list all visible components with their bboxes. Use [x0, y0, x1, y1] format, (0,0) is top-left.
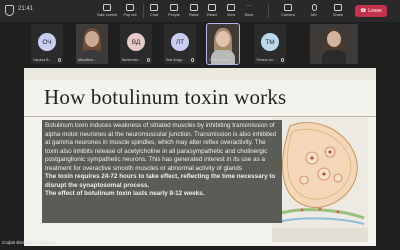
mic-icon	[311, 4, 317, 11]
slide-header-band	[24, 68, 376, 80]
pop-out-button[interactable]: Pop out	[118, 3, 142, 21]
slide-text-box: Botulinum toxin induces weakness of stri…	[42, 120, 282, 223]
participant-name: Софія Вітор...	[209, 58, 233, 62]
meeting-timer: 21:41	[18, 6, 34, 12]
raise-hand-icon	[190, 4, 198, 11]
shared-screen: How botulinum toxin works Botulinum toxi…	[24, 68, 376, 246]
leave-button[interactable]: ☎ Leave	[355, 5, 387, 17]
participant-face	[327, 31, 341, 47]
participant-name: Михайло...	[78, 58, 96, 62]
phone-hangup-icon: ☎	[360, 8, 367, 14]
title-divider	[24, 116, 376, 117]
shield-icon	[5, 5, 14, 16]
synapse-diagram	[272, 118, 368, 228]
take-control-button[interactable]: Take control	[95, 3, 119, 21]
diagram-caption-strip	[272, 228, 368, 242]
slide-paragraph-bold: The toxin requires 24-72 hours to take e…	[45, 173, 276, 189]
share-button[interactable]: Share	[326, 3, 350, 21]
camera-icon	[284, 4, 292, 11]
more-icon: ···	[246, 3, 252, 9]
participant-body	[322, 50, 346, 64]
slide-title: How botulinum toxin works	[44, 85, 287, 109]
participant-tile-active-speaker[interactable]: Софія Вітор...	[206, 23, 240, 65]
participant-tile[interactable]	[310, 24, 358, 64]
mic-off-icon	[281, 58, 284, 62]
more-button[interactable]: ··· More	[237, 3, 261, 21]
people-icon	[170, 4, 178, 11]
participant-tile[interactable]: ОЧ Оксана В...	[31, 24, 63, 64]
mic-off-icon	[147, 58, 150, 62]
share-icon	[334, 4, 342, 11]
participant-tile[interactable]: Михайло...	[76, 24, 108, 64]
participant-face	[216, 31, 230, 47]
chat-icon	[150, 4, 158, 11]
camera-button[interactable]: Camera	[276, 3, 300, 21]
mic-off-icon	[191, 58, 194, 62]
participant-tile[interactable]: ЛТ Лев Андр...	[164, 24, 196, 64]
avatar: ОЧ	[38, 33, 56, 51]
avatar: ЛТ	[171, 33, 189, 51]
view-icon	[227, 4, 235, 11]
avatar: ТМ	[261, 33, 279, 51]
take-control-icon	[103, 4, 111, 11]
participant-face	[85, 31, 99, 47]
pop-out-icon	[126, 4, 134, 11]
react-icon	[208, 4, 216, 11]
participant-tile[interactable]: ТМ Тетяна Ан...	[254, 24, 286, 64]
meeting-toolbar: 21:41 Take control Pop out Chat People R…	[0, 0, 400, 22]
toolbar-divider	[268, 4, 269, 18]
mic-button[interactable]: Mic	[302, 3, 326, 21]
meeting-window: 21:41 Take control Pop out Chat People R…	[0, 0, 400, 250]
slide-paragraph: Botulinum toxin induces weakness of stri…	[45, 122, 277, 172]
participant-tile[interactable]: ВД Валентин...	[120, 24, 152, 64]
participant-strip: ОЧ Оксана В... Михайло... ВД Валентин...…	[0, 23, 400, 66]
slide-paragraph-bold: The effect of botulinum toxin lasts near…	[45, 190, 205, 197]
presenter-name-label: Софія Вікторівна Зарєва	[2, 240, 55, 245]
synapse-illustration	[277, 122, 365, 225]
mic-off-icon	[58, 58, 61, 62]
avatar: ВД	[127, 33, 145, 51]
